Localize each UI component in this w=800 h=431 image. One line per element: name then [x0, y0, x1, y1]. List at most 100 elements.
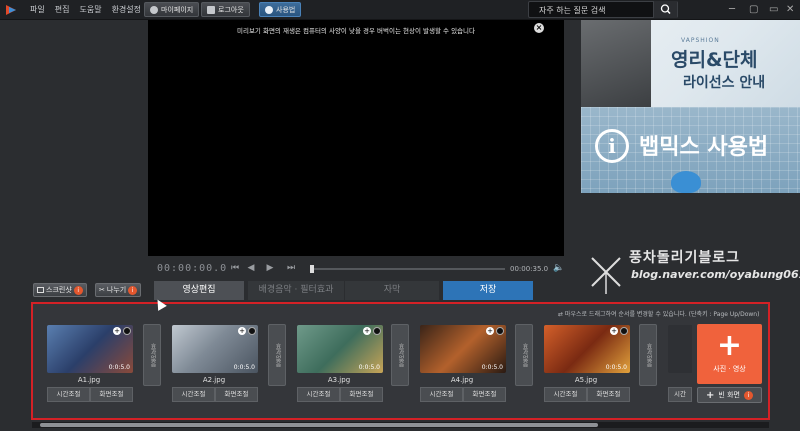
menu-file[interactable]: 파일 — [30, 4, 45, 15]
blank-info-badge[interactable]: i — [743, 390, 753, 400]
transition-effect-button[interactable]: 효과없음 — [143, 324, 161, 386]
time-adjust-button[interactable]: 시간조절 — [544, 387, 587, 402]
time-adjust-button[interactable]: 시간조절 — [420, 387, 463, 402]
ad-brand: VAPSHION — [681, 37, 720, 44]
clip-thumbnail[interactable]: + 0:0:5.0 — [544, 325, 630, 373]
ad-title-line2: 라이선스 안내 — [683, 75, 766, 91]
skip-back-icon[interactable]: ⏮ — [230, 263, 240, 273]
time-adjust-button[interactable]: 시간 — [668, 387, 692, 402]
logout-button[interactable]: 로그아웃 — [201, 2, 250, 17]
clip-thumbnail[interactable]: + 0:0:5.0 — [47, 325, 133, 373]
delete-icon[interactable] — [620, 327, 628, 335]
tab-video-edit[interactable]: 영상편집 — [154, 281, 244, 300]
clip-filename: A2.jpg — [202, 376, 226, 384]
seek-track[interactable] — [311, 268, 505, 270]
transition-effect-button[interactable]: 효과없음 — [639, 324, 657, 386]
transition-effect-button[interactable]: 효과없음 — [268, 324, 286, 386]
split-button[interactable]: ✂ 나누기 i — [95, 283, 142, 297]
screen-adjust-button[interactable]: 화면조절 — [463, 387, 506, 402]
clip-filename: A4.jpg — [450, 376, 474, 384]
timeline-panel: ⇄ 마우스로 드래그하여 순서를 변경할 수 있습니다. (단축키 : Page… — [31, 302, 770, 420]
clip-thumbnail[interactable]: + 0:0:5.0 — [172, 325, 258, 373]
add-icon[interactable]: + — [610, 327, 618, 335]
screen-adjust-button[interactable]: 화면조절 — [340, 387, 383, 402]
bird-mascot-icon — [671, 171, 701, 193]
menu-help[interactable]: 도움말 — [79, 4, 101, 15]
volume-icon[interactable]: 🔈 — [553, 263, 564, 273]
close-icon[interactable]: ✕ — [786, 4, 794, 15]
mypage-button[interactable]: 마이페이지 — [144, 2, 200, 17]
blank-screen-button[interactable]: + 빈 화면 i — [697, 387, 762, 403]
clip-thumbnail[interactable] — [668, 325, 692, 373]
minimize-icon[interactable]: ─ — [729, 4, 735, 15]
split-label: 나누기 — [106, 286, 127, 294]
top-bar: 파일 편집 도움말 환경설정 마이페이지 로그아웃 사용법 자주 하는 질문 검… — [0, 0, 800, 20]
ad2-title: 뱁믹스 사용법 — [639, 135, 769, 160]
reorder-hint: ⇄ 마우스로 드래그하여 순서를 변경할 수 있습니다. (단축키 : Page… — [558, 311, 760, 318]
tab-subtitle[interactable]: 자막 — [345, 281, 439, 300]
time-adjust-button[interactable]: 시간조절 — [297, 387, 340, 402]
user-icon — [150, 5, 158, 14]
transition-effect-button[interactable]: 효과없음 — [515, 324, 533, 386]
menu-edit[interactable]: 편집 — [55, 4, 70, 15]
clip-filename: A1.jpg — [77, 376, 101, 384]
clip-thumbnail[interactable]: + 0:0:5.0 — [420, 325, 506, 373]
delete-icon[interactable] — [123, 327, 131, 335]
time-adjust-button[interactable]: 시간조절 — [47, 387, 90, 402]
notice-close-icon[interactable]: × — [534, 23, 544, 33]
search-button[interactable] — [653, 1, 677, 18]
plus-icon: + — [716, 328, 743, 363]
clip-duration: 0:0:5.0 — [108, 364, 130, 371]
menu-bar: 파일 편집 도움말 환경설정 — [30, 4, 141, 15]
add-photo-video-button[interactable]: + 사진 · 영상 — [697, 324, 762, 384]
timeline-clip[interactable]: + 0:0:5.0 A5.jpg 시간조절 화면조절 — [538, 324, 634, 404]
guide-label: 사용법 — [276, 5, 296, 14]
clip-thumbnail[interactable]: + 0:0:5.0 — [297, 325, 383, 373]
screen-adjust-button[interactable]: 화면조절 — [90, 387, 133, 402]
timeline-clip[interactable]: + 0:0:5.0 A2.jpg 시간조절 화면조절 — [166, 324, 262, 404]
clip-buttons: 시간 — [668, 387, 692, 402]
timeline-scrollbar[interactable] — [32, 422, 769, 428]
clip-buttons: 시간조절 화면조절 — [420, 387, 506, 402]
clip-buttons: 시간조절 화면조절 — [544, 387, 630, 402]
clip-duration: 0:0:5.0 — [233, 364, 255, 371]
split-info-badge[interactable]: i — [128, 285, 138, 295]
clip-filename: A5.jpg — [574, 376, 598, 384]
play-icon[interactable]: ▶ — [265, 263, 275, 273]
timeline-clip[interactable]: + 0:0:5.0 A3.jpg 시간조절 화면조절 — [291, 324, 387, 404]
camera-icon — [37, 287, 44, 293]
screenshot-info-badge[interactable]: i — [73, 285, 83, 295]
screen-adjust-button[interactable]: 화면조절 — [215, 387, 258, 402]
transition-effect-button[interactable]: 효과없음 — [391, 324, 409, 386]
license-ad-banner[interactable]: VAPSHION 영리&단체 라이선스 안내 — [581, 20, 800, 107]
guide-button[interactable]: 사용법 — [259, 2, 302, 17]
time-adjust-button[interactable]: 시간조절 — [172, 387, 215, 402]
screenshot-button[interactable]: 스크린샷 i — [33, 283, 87, 297]
add-icon[interactable]: + — [113, 327, 121, 335]
add-icon[interactable]: + — [363, 327, 371, 335]
menu-settings[interactable]: 환경설정 — [112, 4, 141, 15]
watermark-title: 풍차돌리기블로그 — [629, 250, 741, 266]
timeline-clip[interactable]: + 0:0:5.0 A4.jpg 시간조절 화면조절 — [414, 324, 510, 404]
screen-adjust-button[interactable]: 화면조절 — [587, 387, 630, 402]
clip-buttons: 시간조절 화면조절 — [297, 387, 383, 402]
add-icon[interactable]: + — [238, 327, 246, 335]
clip-buttons: 시간조절 화면조절 — [172, 387, 258, 402]
timeline-clip[interactable]: + 0:0:5.0 A1.jpg 시간조절 화면조절 — [41, 324, 137, 404]
preview-panel[interactable]: 미리보기 화면의 재생은 컴퓨터의 사양이 낮을 경우 버벅이는 현상이 발생할… — [148, 20, 564, 256]
guide-ad-banner[interactable]: i 뱁믹스 사용법 — [581, 107, 800, 193]
delete-icon[interactable] — [373, 327, 381, 335]
seek-handle[interactable] — [310, 265, 314, 273]
delete-icon[interactable] — [248, 327, 256, 335]
ad-photo — [581, 20, 651, 107]
step-forward-icon[interactable]: ⏭ — [286, 263, 296, 273]
tab-music-filter[interactable]: 배경음악 · 필터효과 — [248, 281, 344, 300]
step-back-icon[interactable]: ◀ — [246, 263, 256, 273]
timeline-clip-partial[interactable]: 시간 — [662, 324, 692, 404]
add-icon[interactable]: + — [486, 327, 494, 335]
maximize-icon[interactable]: ▢ — [749, 4, 758, 15]
scrollbar-thumb[interactable] — [40, 423, 598, 427]
restore-icon[interactable]: ▭ — [769, 4, 778, 15]
delete-icon[interactable] — [496, 327, 504, 335]
tab-save[interactable]: 저장 — [443, 281, 533, 300]
